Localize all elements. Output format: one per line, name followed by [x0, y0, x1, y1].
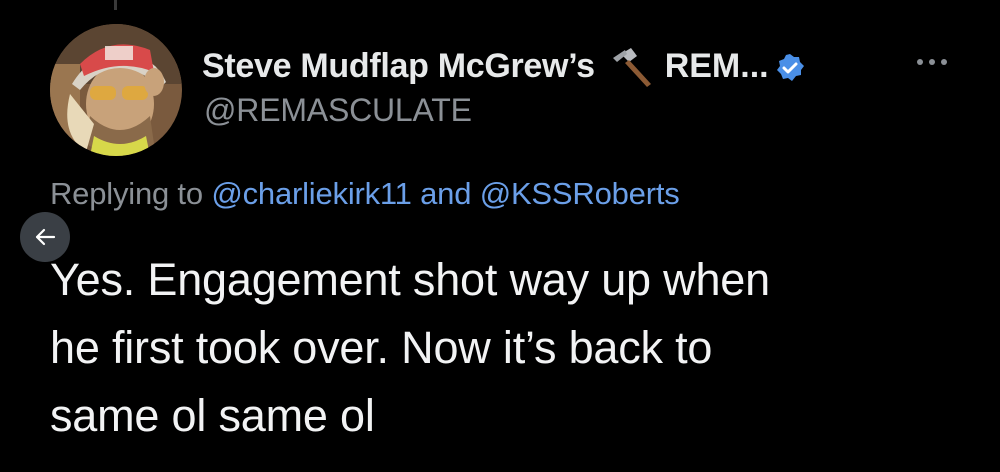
hammer-icon [603, 44, 655, 88]
reply-conjunction[interactable]: and [420, 176, 471, 211]
verified-badge-icon [775, 53, 805, 83]
author-name-suffix[interactable]: REM... [665, 47, 769, 86]
tweet-text-line: he first took over. Now it’s back to [50, 322, 713, 373]
tweet-text-line: Yes. Engagement shot way up when [50, 254, 770, 305]
reply-context: Replying to @charliekirk11 and @KSSRober… [50, 176, 680, 212]
mention-link-1[interactable]: @charliekirk11 [211, 176, 412, 211]
avatar-photo [50, 24, 182, 156]
avatar[interactable] [50, 24, 182, 156]
reply-prefix: Replying to [50, 176, 203, 211]
author-handle[interactable]: @REMASCULATE [204, 92, 472, 129]
mention-link-2[interactable]: @KSSRoberts [480, 176, 680, 211]
tweet-card: Steve Mudflap McGrew’s REM... @REMASCULA… [0, 0, 1000, 472]
tweet-text-line: same ol same ol [50, 390, 375, 441]
thread-connector [114, 0, 117, 10]
tweet-body: Yes. Engagement shot way up when he firs… [50, 246, 950, 450]
more-options-icon[interactable] [912, 52, 952, 72]
back-arrow-icon [35, 228, 56, 246]
author-display-name[interactable]: Steve Mudflap McGrew’s [202, 47, 595, 86]
author-name-row[interactable]: Steve Mudflap McGrew’s REM... [202, 44, 805, 88]
